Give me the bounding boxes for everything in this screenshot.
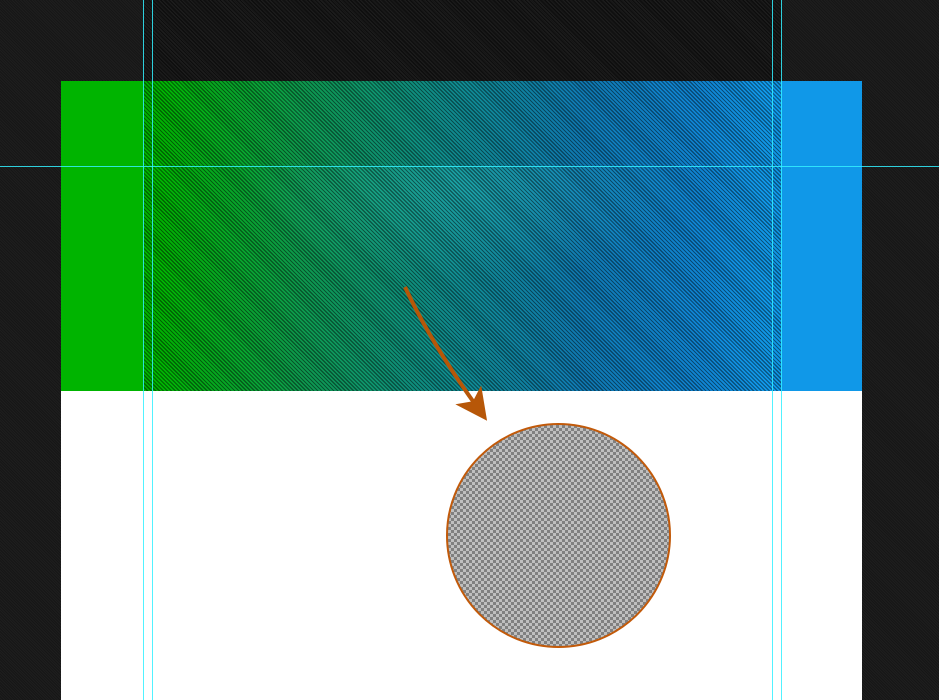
vertical-guide[interactable]: [143, 0, 144, 700]
transparency-checker-fill: [448, 425, 669, 646]
circle-shape[interactable]: [446, 423, 671, 648]
annotation-arrow[interactable]: [402, 285, 502, 435]
vertical-guide[interactable]: [152, 0, 153, 700]
horizontal-guide[interactable]: [0, 166, 939, 167]
vertical-guide[interactable]: [772, 0, 773, 700]
vertical-guide[interactable]: [781, 0, 782, 700]
